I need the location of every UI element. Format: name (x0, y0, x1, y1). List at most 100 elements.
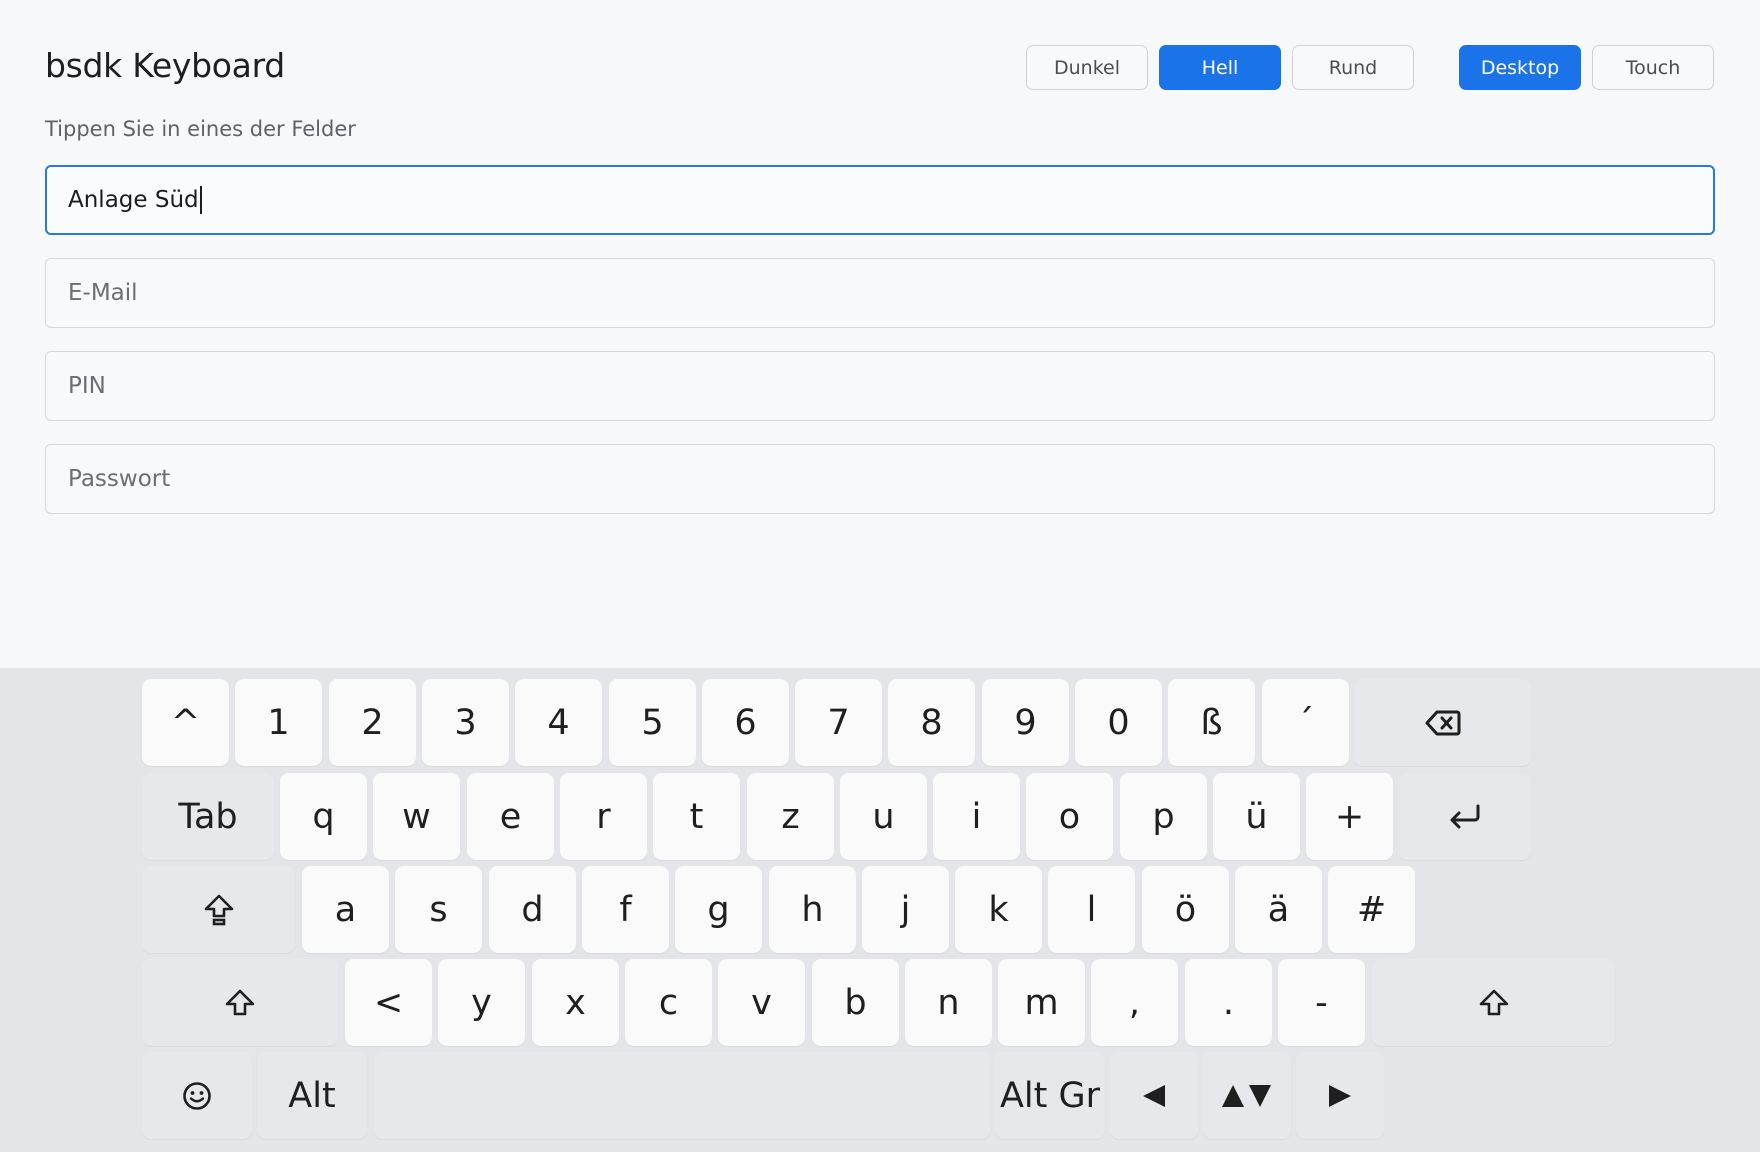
key-row4-8[interactable]: , (1091, 959, 1178, 1046)
key-row4-2[interactable]: x (532, 959, 619, 1046)
key-label: t (689, 796, 704, 837)
arrow-right-icon (1327, 1084, 1353, 1108)
key-row3-0[interactable]: a (302, 866, 389, 953)
key-label: m (1024, 982, 1059, 1023)
space-key[interactable] (374, 1052, 990, 1139)
key-row2-3[interactable]: r (560, 773, 647, 860)
key-row3-4[interactable]: g (675, 866, 762, 953)
key-row1-7[interactable]: 7 (795, 679, 882, 766)
enter-key[interactable] (1398, 773, 1531, 860)
key-row2-6[interactable]: u (840, 773, 927, 860)
key-row1-12[interactable]: ´ (1262, 679, 1349, 766)
mode-button-desktop[interactable]: Desktop (1459, 45, 1581, 90)
arrow-up-down-key[interactable] (1203, 1052, 1291, 1139)
arrow-right-key[interactable] (1296, 1052, 1384, 1139)
name-input[interactable]: Anlage Süd (45, 165, 1715, 235)
key-row4-10[interactable]: - (1278, 959, 1365, 1046)
key-row2-1[interactable]: w (373, 773, 460, 860)
key-row2-2[interactable]: e (467, 773, 554, 860)
key-row2-4[interactable]: t (653, 773, 740, 860)
theme-button-rund[interactable]: Rund (1292, 45, 1414, 90)
key-row2-0[interactable]: q (280, 773, 367, 860)
key-row3-2[interactable]: d (489, 866, 576, 953)
key-row3-11[interactable]: # (1328, 866, 1415, 953)
backspace-key[interactable] (1354, 679, 1531, 766)
shift-icon (224, 988, 256, 1018)
key-label: c (658, 982, 679, 1023)
key-row3-8[interactable]: l (1048, 866, 1135, 953)
key-label: z (781, 796, 800, 837)
key-label: j (900, 889, 911, 930)
key-row1-2[interactable]: 2 (329, 679, 416, 766)
theme-button-dunkel[interactable]: Dunkel (1026, 45, 1148, 90)
key-row3-1[interactable]: s (395, 866, 482, 953)
key-label: b (844, 982, 867, 1023)
key-row4-7[interactable]: m (998, 959, 1085, 1046)
key-label: r (596, 796, 611, 837)
emoji-key[interactable] (142, 1052, 252, 1139)
key-row3-7[interactable]: k (955, 866, 1042, 953)
key-row2-11[interactable]: + (1306, 773, 1393, 860)
key-row2-9[interactable]: p (1120, 773, 1207, 860)
key-label: s (429, 889, 448, 930)
key-row4-5[interactable]: b (812, 959, 899, 1046)
key-row4-1[interactable]: y (438, 959, 525, 1046)
key-row3-6[interactable]: j (862, 866, 949, 953)
key-label: 1 (267, 702, 290, 743)
key-row2-5[interactable]: z (747, 773, 834, 860)
key-label: 3 (454, 702, 477, 743)
key-row2-10[interactable]: ü (1213, 773, 1300, 860)
key-label: 8 (920, 702, 943, 743)
shift-icon (1478, 988, 1510, 1018)
alt-key[interactable]: Alt (257, 1052, 367, 1139)
key-row2-8[interactable]: o (1026, 773, 1113, 860)
key-row2-7[interactable]: i (933, 773, 1020, 860)
key-row1-9[interactable]: 9 (982, 679, 1069, 766)
arrow-left-key[interactable] (1110, 1052, 1198, 1139)
key-row4-9[interactable]: . (1185, 959, 1272, 1046)
pin-input[interactable]: PIN (45, 351, 1715, 421)
key-row4-0[interactable]: < (345, 959, 432, 1046)
key-row3-9[interactable]: ö (1142, 866, 1229, 953)
key-row1-0[interactable]: ^ (142, 679, 229, 766)
key-row3-10[interactable]: ä (1235, 866, 1322, 953)
key-row3-5[interactable]: h (769, 866, 856, 953)
mode-button-touch[interactable]: Touch (1592, 45, 1714, 90)
key-label: q (312, 796, 335, 837)
key-row1-1[interactable]: 1 (235, 679, 322, 766)
key-row1-8[interactable]: 8 (888, 679, 975, 766)
key-label: a (334, 889, 357, 930)
key-label: k (988, 889, 1009, 930)
email-input[interactable]: E-Mail (45, 258, 1715, 328)
backspace-icon (1425, 709, 1461, 737)
key-label: ^ (170, 702, 201, 743)
app-subtitle: Tippen Sie in eines der Felder (45, 117, 356, 141)
right-shift-key[interactable] (1372, 959, 1615, 1046)
key-row1-5[interactable]: 5 (609, 679, 696, 766)
left-shift-key[interactable] (142, 959, 338, 1046)
key-label: d (521, 889, 544, 930)
key-label: i (971, 796, 982, 837)
text-caret (199, 186, 202, 214)
arrow-up-down-icon (1221, 1083, 1273, 1109)
alt-key-label: Alt (288, 1075, 336, 1116)
tab-key[interactable]: Tab (142, 773, 274, 860)
key-row1-4[interactable]: 4 (515, 679, 602, 766)
altgr-key[interactable]: Alt Gr (995, 1052, 1105, 1139)
key-row4-3[interactable]: c (625, 959, 712, 1046)
key-row1-11[interactable]: ß (1168, 679, 1255, 766)
capslock-key[interactable] (142, 866, 295, 953)
key-row1-3[interactable]: 3 (422, 679, 509, 766)
key-label: ü (1245, 796, 1268, 837)
key-label: g (707, 889, 730, 930)
password-input[interactable]: Passwort (45, 444, 1715, 514)
key-row4-4[interactable]: v (718, 959, 805, 1046)
capslock-icon (203, 893, 235, 927)
key-row1-10[interactable]: 0 (1075, 679, 1162, 766)
key-row4-6[interactable]: n (905, 959, 992, 1046)
key-row3-3[interactable]: f (582, 866, 669, 953)
key-row1-6[interactable]: 6 (702, 679, 789, 766)
theme-button-hell[interactable]: Hell (1159, 45, 1281, 90)
arrow-left-icon (1141, 1084, 1167, 1108)
key-label: # (1356, 889, 1387, 930)
